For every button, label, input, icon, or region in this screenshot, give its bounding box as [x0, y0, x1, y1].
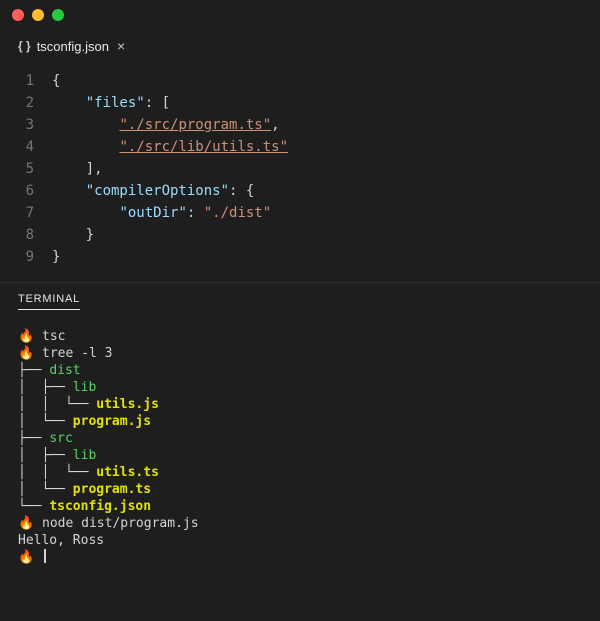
line-number: 5 [0, 158, 52, 180]
line-number: 4 [0, 136, 52, 158]
terminal-line: │ ├── lib [18, 447, 582, 464]
line-number: 6 [0, 180, 52, 202]
terminal-cursor [44, 549, 46, 563]
terminal-line: 🔥 tree -l 3 [18, 345, 582, 362]
terminal-line: └── tsconfig.json [18, 498, 582, 515]
terminal-line: │ ├── lib [18, 379, 582, 396]
prompt-icon: 🔥 [18, 550, 34, 565]
terminal-line: 🔥 tsc [18, 328, 582, 345]
code-line: 3 "./src/program.ts", [0, 114, 600, 136]
code-content: { [52, 70, 60, 92]
terminal-panel-header[interactable]: TERMINAL [0, 282, 600, 314]
prompt-icon: 🔥 [18, 516, 34, 531]
terminal-line: │ │ └── utils.ts [18, 464, 582, 481]
line-number: 3 [0, 114, 52, 136]
line-number: 7 [0, 202, 52, 224]
code-line: 6 "compilerOptions": { [0, 180, 600, 202]
terminal-line: │ └── program.js [18, 413, 582, 430]
code-line: 7 "outDir": "./dist" [0, 202, 600, 224]
terminal-output[interactable]: 🔥 tsc🔥 tree -l 3├── dist│ ├── lib│ │ └──… [0, 314, 600, 576]
zoom-window-button[interactable] [52, 9, 64, 21]
close-window-button[interactable] [12, 9, 24, 21]
code-line: 2 "files": [ [0, 92, 600, 114]
code-content: "files": [ [52, 92, 170, 114]
tab-tsconfig[interactable]: { } tsconfig.json × [8, 33, 137, 60]
prompt-icon: 🔥 [18, 346, 34, 361]
code-content: "outDir": "./dist" [52, 202, 271, 224]
code-line: 4 "./src/lib/utils.ts" [0, 136, 600, 158]
terminal-line: Hello, Ross [18, 532, 582, 549]
line-number: 9 [0, 246, 52, 268]
traffic-lights [12, 9, 64, 21]
code-editor[interactable]: 1{2 "files": [3 "./src/program.ts",4 "./… [0, 62, 600, 282]
terminal-line: │ └── program.ts [18, 481, 582, 498]
line-number: 1 [0, 70, 52, 92]
code-content: "./src/program.ts", [52, 114, 280, 136]
terminal-line: 🔥 [18, 549, 582, 566]
prompt-icon: 🔥 [18, 329, 34, 344]
terminal-line: 🔥 node dist/program.js [18, 515, 582, 532]
tab-label: tsconfig.json [37, 39, 109, 54]
line-number: 8 [0, 224, 52, 246]
terminal-tab-label: TERMINAL [18, 293, 80, 310]
code-content: "./src/lib/utils.ts" [52, 136, 288, 158]
tab-bar: { } tsconfig.json × [0, 30, 600, 62]
json-icon: { } [18, 39, 31, 53]
terminal-line: ├── dist [18, 362, 582, 379]
close-icon[interactable]: × [115, 39, 127, 53]
code-content: } [52, 224, 94, 246]
code-content: } [52, 246, 60, 268]
code-content: "compilerOptions": { [52, 180, 254, 202]
code-line: 9} [0, 246, 600, 268]
terminal-line: │ │ └── utils.js [18, 396, 582, 413]
line-number: 2 [0, 92, 52, 114]
code-line: 5 ], [0, 158, 600, 180]
code-content: ], [52, 158, 103, 180]
code-line: 1{ [0, 70, 600, 92]
terminal-line: ├── src [18, 430, 582, 447]
code-line: 8 } [0, 224, 600, 246]
minimize-window-button[interactable] [32, 9, 44, 21]
window-titlebar [0, 0, 600, 30]
